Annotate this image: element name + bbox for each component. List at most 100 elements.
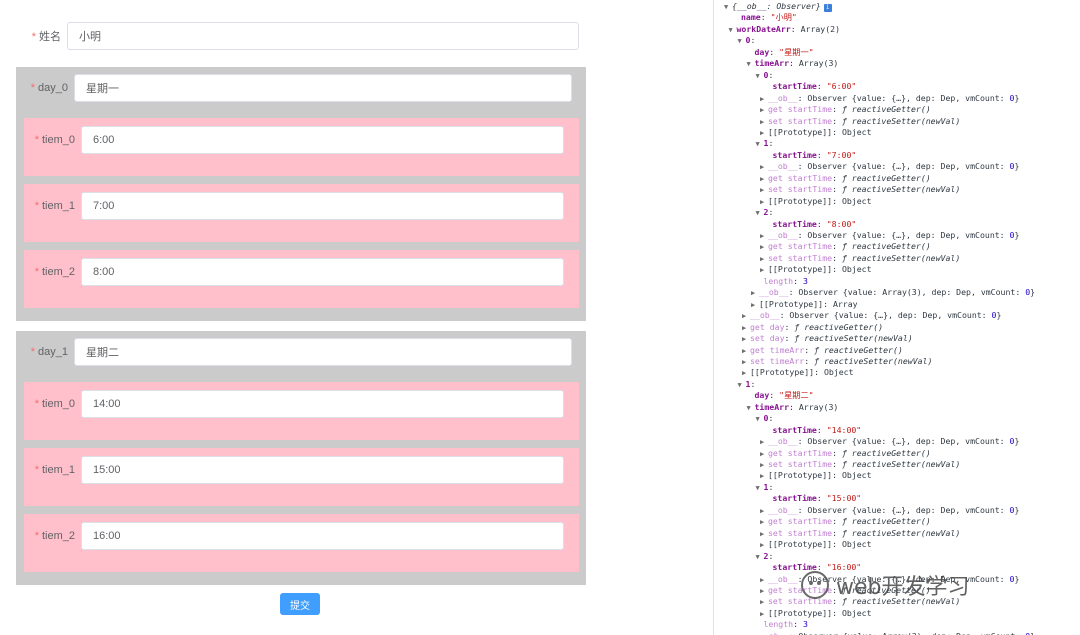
console-tree-line[interactable]: ▼ 0:: [756, 70, 774, 81]
console-tree-line[interactable]: ▼ 0:: [738, 35, 756, 46]
expand-arrow-right-icon[interactable]: ▶: [760, 117, 768, 128]
expand-arrow-down-icon[interactable]: ▼: [756, 208, 764, 219]
console-tree-line[interactable]: ▶ set startTime: ƒ reactiveSetter(newVal): [760, 528, 960, 539]
console-tree-line[interactable]: ▶ get startTime: ƒ reactiveGetter(): [760, 241, 931, 252]
expand-arrow-right-icon[interactable]: ▶: [760, 162, 768, 173]
expand-arrow-right-icon[interactable]: ▶: [760, 506, 768, 517]
console-tree-line[interactable]: ▼ timeArr: Array(3): [747, 58, 839, 69]
expand-arrow-right-icon[interactable]: ▶: [760, 460, 768, 471]
expand-arrow-right-icon[interactable]: ▶: [760, 586, 768, 597]
expand-arrow-right-icon[interactable]: ▶: [760, 597, 768, 608]
expand-arrow-right-icon[interactable]: ▶: [760, 185, 768, 196]
expand-arrow-right-icon[interactable]: ▶: [760, 449, 768, 460]
expand-arrow-right-icon[interactable]: ▶: [760, 174, 768, 185]
expand-arrow-right-icon[interactable]: ▶: [760, 242, 768, 253]
console-tree-line[interactable]: ▶ set startTime: ƒ reactiveSetter(newVal): [760, 184, 960, 195]
expand-arrow-right-icon[interactable]: ▶: [760, 231, 768, 242]
console-tree-line[interactable]: ▶ __ob__: Observer {value: {…}, dep: Dep,…: [742, 310, 1001, 321]
time-input[interactable]: 7:00: [81, 192, 564, 220]
expand-arrow-right-icon[interactable]: ▶: [742, 323, 750, 334]
console-tree-line[interactable]: ▼ 2:: [756, 207, 774, 218]
console-tree-line[interactable]: ▶ [[Prototype]]: Object: [760, 127, 872, 138]
submit-button[interactable]: 提交: [280, 593, 320, 615]
expand-arrow-down-icon[interactable]: ▼: [756, 414, 764, 425]
expand-arrow-right-icon[interactable]: ▶: [742, 346, 750, 357]
console-tree-line[interactable]: ▶ get startTime: ƒ reactiveGetter(): [760, 585, 931, 596]
console-tree-line[interactable]: ▶__ob__: Observer {value: Array(3), dep:…: [751, 631, 1035, 635]
console-tree-line[interactable]: ▶ [[Prototype]]: Object: [760, 539, 872, 550]
console-tree-line[interactable]: ▼ 1:: [756, 482, 774, 493]
devtools-console-panel[interactable]: ▼ {__ob__: Observer} i name: "小明" ▼ workDateA…: [713, 0, 1080, 635]
console-tree-line[interactable]: ▶ [[Prototype]]: Object: [742, 367, 854, 378]
expand-arrow-right-icon[interactable]: ▶: [760, 94, 768, 105]
expand-arrow-right-icon[interactable]: ▶: [760, 517, 768, 528]
console-tree-line[interactable]: ▼ timeArr: Array(3): [747, 402, 839, 413]
console-tree-line[interactable]: ▼ 1:: [738, 379, 756, 390]
expand-arrow-right-icon[interactable]: ▶: [760, 529, 768, 540]
console-tree-line[interactable]: ▶ [[Prototype]]: Object: [760, 470, 872, 481]
console-tree-line[interactable]: ▶ get startTime: ƒ reactiveGetter(): [760, 516, 931, 527]
console-tree-line[interactable]: ▼ 0:: [756, 413, 774, 424]
expand-arrow-right-icon[interactable]: ▶: [742, 334, 750, 345]
name-input[interactable]: 小明: [67, 22, 579, 50]
expand-arrow-down-icon[interactable]: ▼: [747, 59, 755, 70]
console-tree-line[interactable]: ▼ 1:: [756, 138, 774, 149]
console-tree-line[interactable]: ▶ __ob__: Observer {value: {…}, dep: Dep,…: [760, 230, 1019, 241]
expand-arrow-down-icon[interactable]: ▼: [724, 2, 732, 13]
console-tree-line[interactable]: ▼ workDateArr: Array(2): [729, 24, 841, 35]
console-tree-line[interactable]: ▶ [[Prototype]]: Object: [760, 608, 872, 619]
expand-arrow-down-icon[interactable]: ▼: [756, 483, 764, 494]
console-tree-line[interactable]: ▶ get startTime: ƒ reactiveGetter(): [760, 448, 931, 459]
expand-arrow-right-icon[interactable]: ▶: [751, 288, 759, 299]
console-tree-line[interactable]: ▼ 2:: [756, 551, 774, 562]
time-input[interactable]: 16:00: [81, 522, 564, 550]
time-input[interactable]: 6:00: [81, 126, 564, 154]
day-input[interactable]: 星期二: [74, 338, 572, 366]
console-tree-line[interactable]: ▶ __ob__: Observer {value: {…}, dep: Dep,…: [760, 574, 1019, 585]
console-tree-line[interactable]: ▶ get startTime: ƒ reactiveGetter(): [760, 104, 931, 115]
console-tree-line[interactable]: ▶ get day: ƒ reactiveGetter(): [742, 322, 883, 333]
expand-arrow-right-icon[interactable]: ▶: [760, 128, 768, 139]
expand-arrow-right-icon[interactable]: ▶: [760, 471, 768, 482]
time-input[interactable]: 15:00: [81, 456, 564, 484]
console-tree-line[interactable]: ▶__ob__: Observer {value: Array(3), dep:…: [751, 287, 1035, 298]
console-tree-line[interactable]: ▶ __ob__: Observer {value: {…}, dep: Dep,…: [760, 505, 1019, 516]
expand-arrow-right-icon[interactable]: ▶: [760, 197, 768, 208]
console-tree-line[interactable]: ▼ {__ob__: Observer} i: [724, 1, 832, 12]
time-input[interactable]: 8:00: [81, 258, 564, 286]
expand-arrow-down-icon[interactable]: ▼: [756, 71, 764, 82]
expand-arrow-right-icon[interactable]: ▶: [760, 437, 768, 448]
console-tree-line[interactable]: ▶ [[Prototype]]: Array: [751, 299, 858, 310]
console-tree-line[interactable]: ▶ set day: ƒ reactiveSetter(newVal): [742, 333, 913, 344]
expand-arrow-down-icon[interactable]: ▼: [756, 139, 764, 150]
console-tree-line[interactable]: ▶ __ob__: Observer {value: {…}, dep: Dep,…: [760, 436, 1019, 447]
expand-arrow-down-icon[interactable]: ▼: [756, 552, 764, 563]
console-tree-line[interactable]: ▶ get startTime: ƒ reactiveGetter(): [760, 173, 931, 184]
expand-arrow-down-icon[interactable]: ▼: [729, 25, 737, 36]
expand-arrow-right-icon[interactable]: ▶: [742, 357, 750, 368]
expand-arrow-right-icon[interactable]: ▶: [751, 300, 759, 311]
console-tree-line[interactable]: ▶ set startTime: ƒ reactiveSetter(newVal): [760, 116, 960, 127]
expand-arrow-right-icon[interactable]: ▶: [742, 368, 750, 379]
time-input[interactable]: 14:00: [81, 390, 564, 418]
expand-arrow-right-icon[interactable]: ▶: [760, 575, 768, 586]
day-input[interactable]: 星期一: [74, 74, 572, 102]
console-tree-line[interactable]: ▶ set startTime: ƒ reactiveSetter(newVal): [760, 253, 960, 264]
expand-arrow-right-icon[interactable]: ▶: [760, 609, 768, 620]
expand-arrow-right-icon[interactable]: ▶: [760, 254, 768, 265]
expand-arrow-right-icon[interactable]: ▶: [760, 265, 768, 276]
console-tree-line[interactable]: ▶ set timeArr: ƒ reactiveSetter(newVal): [742, 356, 932, 367]
console-tree-line[interactable]: ▶ __ob__: Observer {value: {…}, dep: Dep,…: [760, 93, 1019, 104]
expand-arrow-down-icon[interactable]: ▼: [747, 403, 755, 414]
expand-arrow-down-icon[interactable]: ▼: [738, 380, 746, 391]
expand-arrow-right-icon[interactable]: ▶: [760, 105, 768, 116]
console-tree-line[interactable]: ▶ [[Prototype]]: Object: [760, 196, 872, 207]
console-tree-line[interactable]: ▶ [[Prototype]]: Object: [760, 264, 872, 275]
console-tree-line[interactable]: ▶ set startTime: ƒ reactiveSetter(newVal): [760, 596, 960, 607]
expand-arrow-right-icon[interactable]: ▶: [760, 540, 768, 551]
expand-arrow-down-icon[interactable]: ▼: [738, 36, 746, 47]
info-icon[interactable]: i: [823, 4, 832, 12]
console-tree-line[interactable]: ▶ set startTime: ƒ reactiveSetter(newVal): [760, 459, 960, 470]
console-tree-line[interactable]: ▶ __ob__: Observer {value: {…}, dep: Dep,…: [760, 161, 1019, 172]
expand-arrow-right-icon[interactable]: ▶: [742, 311, 750, 322]
